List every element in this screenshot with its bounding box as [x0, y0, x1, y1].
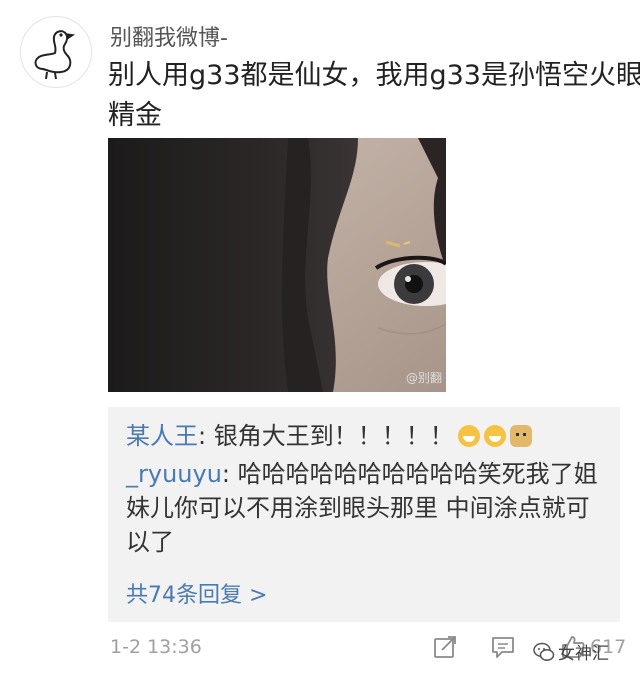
- photo-watermark: @别翻: [405, 371, 442, 385]
- comment-text: 银角大王到！！！！！: [213, 422, 454, 450]
- doge-emoji-icon: [509, 425, 532, 447]
- post-timestamp: 1-2 13:36: [110, 636, 202, 658]
- grin-emoji-icon: [457, 425, 480, 447]
- eye-photo-image: [108, 138, 446, 392]
- comment-item[interactable]: _ryuuyu: 哈哈哈哈哈哈哈哈哈哈笑死我了姐妹儿你可以不用涂到眼头那里 中间…: [126, 457, 606, 559]
- avatar[interactable]: [20, 16, 92, 88]
- post-text: 别人用g33都是仙女，我用g33是孙悟空火眼 精金: [108, 56, 640, 136]
- comment-author[interactable]: 某人王: [126, 422, 198, 450]
- comments-panel: 某人王: 银角大王到！！！！！ _ryuuyu: 哈哈哈哈哈哈哈哈哈哈笑死我了姐…: [108, 407, 620, 622]
- post-text-line-1: 别人用g33都是仙女，我用g33是孙悟空火眼: [108, 60, 640, 91]
- brand-watermark: 女神汇: [533, 639, 609, 664]
- share-icon[interactable]: [432, 634, 458, 660]
- comment-item[interactable]: 某人王: 银角大王到！！！！！: [126, 419, 606, 453]
- comment-author[interactable]: _ryuuyu: [126, 460, 222, 488]
- post-text-line-2: 精金: [108, 100, 162, 131]
- wechat-logo-icon: [533, 642, 555, 661]
- comment-icon[interactable]: [490, 634, 516, 660]
- grin-emoji-icon: [483, 425, 506, 447]
- goose-avatar-icon: [34, 30, 76, 80]
- comment-separator: :: [198, 422, 214, 450]
- view-all-replies-link[interactable]: 共74条回复 >: [126, 577, 267, 609]
- comment-separator: :: [221, 460, 238, 488]
- post-username[interactable]: 别翻我微博-: [110, 20, 228, 52]
- post-photo[interactable]: @别翻: [108, 138, 446, 392]
- brand-text: 女神汇: [558, 644, 609, 664]
